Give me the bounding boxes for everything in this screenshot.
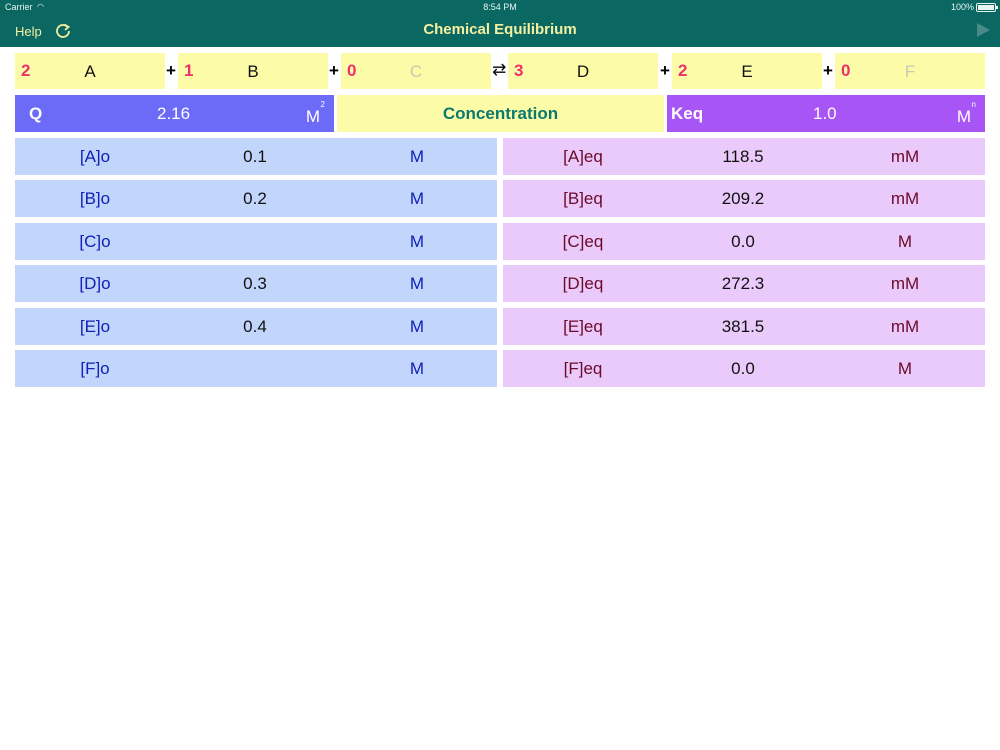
initial-unit[interactable]: M [377,317,457,337]
equilibrium-row-e: [E]eq 381.5 mM [503,308,985,345]
plus-sign: + [166,61,176,80]
equilibrium-name: [A]eq [563,147,603,166]
initial-row-d[interactable]: [D]o 0.3 M [15,265,497,302]
equilibrium-value: 0.0 [731,359,755,378]
page-title: Chemical Equilibrium [423,21,577,38]
initial-unit[interactable]: M [377,274,457,294]
status-time: 8:54 PM [483,2,517,12]
equilibrium-value: 118.5 [722,147,764,166]
equilibrium-row-b: [B]eq 209.2 mM [503,180,985,217]
species-b-box[interactable]: 1 B [178,53,328,89]
initial-value-input[interactable]: 0.2 [215,189,295,209]
initial-unit[interactable]: M [377,232,457,252]
plus-sign: + [823,61,833,80]
species-e-box[interactable]: 2 E [672,53,822,89]
species-d-box[interactable]: 3 D [508,53,658,89]
equilibrium-value: 0.0 [731,232,755,251]
equilibrium-name: [B]eq [563,189,603,208]
keq-unit: M [956,107,971,126]
play-icon[interactable] [976,23,990,37]
keq-label: Keq [671,104,704,123]
initial-name: [B]o [79,189,111,208]
species-a-label: A [84,62,96,81]
equilibrium-unit[interactable]: M [865,359,945,379]
equilibrium-arrows: ⇄ [492,60,507,79]
q-box: Q 2.16 M 2 [15,95,334,132]
q-label: Q [29,104,43,123]
equilibrium-row-d: [D]eq 272.3 mM [503,265,985,302]
q-exponent: 2 [320,100,325,109]
plus-sign: + [660,61,670,80]
equilibrium-unit[interactable]: mM [865,189,945,209]
keq-value[interactable]: 1.0 [813,104,837,124]
initial-row-c[interactable]: [C]o M [15,223,497,260]
species-b-label: B [247,62,259,81]
plus-sign: + [329,61,339,80]
species-f-label: F [904,62,916,81]
equilibrium-name: [F]eq [563,359,603,378]
equilibrium-row-c: [C]eq 0.0 M [503,223,985,260]
initial-row-e[interactable]: [E]o 0.4 M [15,308,497,345]
initial-name: [F]o [80,359,110,378]
initial-value-input[interactable]: 0.1 [215,147,295,167]
initial-name: [C]o [79,232,111,251]
q-value: 2.16 [157,104,191,123]
equilibrium-unit[interactable]: mM [865,274,945,294]
equilibrium-unit[interactable]: mM [865,147,945,167]
battery-icon [976,3,998,12]
species-c-box[interactable]: 0 C [341,53,491,89]
initial-name: [D]o [79,274,111,293]
initial-unit[interactable]: M [377,147,457,167]
concentration-button[interactable]: Concentration [337,95,664,132]
battery-percent: 100% [950,2,974,12]
species-e-label: E [741,62,753,81]
initial-unit[interactable]: M [377,189,457,209]
species-f-box[interactable]: 0 F [835,53,985,89]
species-d-label: D [576,62,590,81]
equilibrium-value: 272.3 [721,274,765,293]
initial-row-b[interactable]: [B]o 0.2 M [15,180,497,217]
initial-row-f[interactable]: [F]o M [15,350,497,387]
keq-box[interactable]: Keq 1.0 M n [667,95,985,132]
equilibrium-name: [C]eq [562,232,604,251]
q-unit: M [305,107,320,126]
species-c-label: C [409,62,423,81]
equilibrium-row-f: [F]eq 0.0 M [503,350,985,387]
top-bar: Carrier ◠ 8:54 PM 100% Help Chemical Equ… [0,0,1000,47]
equilibrium-unit[interactable]: mM [865,317,945,337]
initial-row-a[interactable]: [A]o 0.1 M [15,138,497,175]
equilibrium-unit[interactable]: M [865,232,945,252]
equilibrium-value: 209.2 [721,189,765,208]
keq-exponent: n [971,100,976,109]
equilibrium-value: 381.5 [721,317,765,336]
equilibrium-name: [D]eq [562,274,604,293]
initial-name: [A]o [79,147,111,166]
initial-value-input[interactable]: 0.3 [215,274,295,294]
status-bar: Carrier ◠ 8:54 PM 100% [0,0,1000,14]
initial-name: [E]o [79,317,111,336]
equilibrium-name: [E]eq [563,317,603,336]
nav-bar: Help Chemical Equilibrium [0,14,1000,47]
species-a-box[interactable]: 2 A [15,53,165,89]
initial-unit[interactable]: M [377,359,457,379]
equilibrium-row-a: [A]eq 118.5 mM [503,138,985,175]
initial-value-input[interactable]: 0.4 [215,317,295,337]
